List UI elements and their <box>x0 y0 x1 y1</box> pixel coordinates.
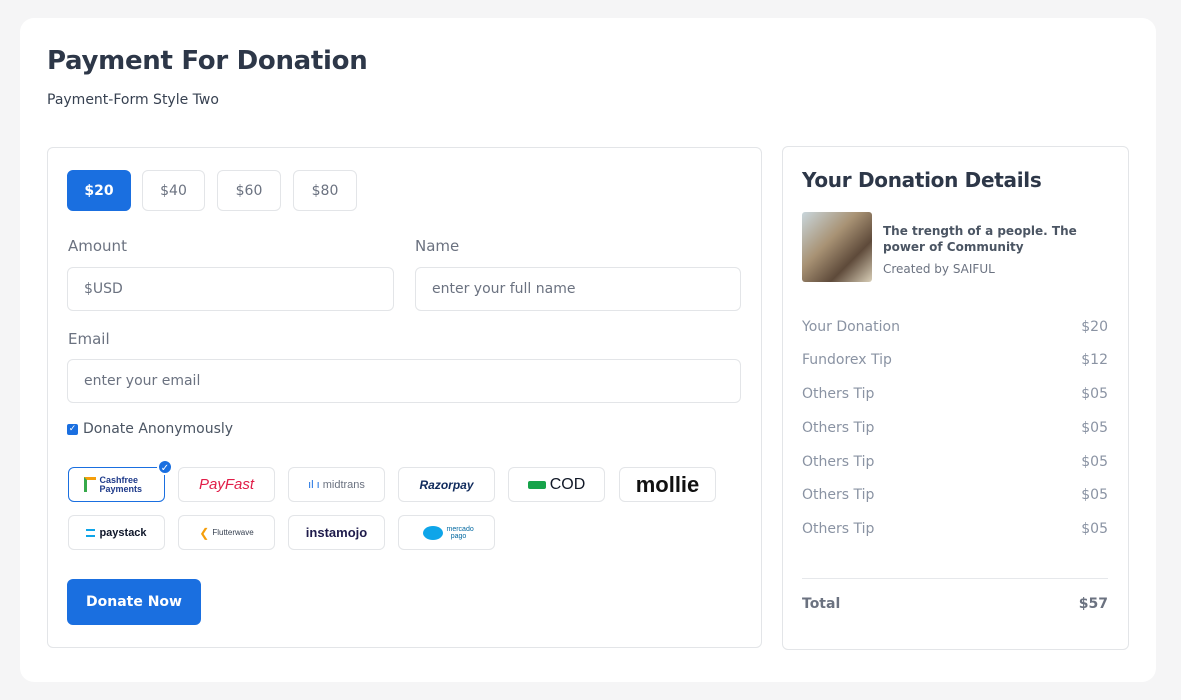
cashfree-logo: Cashfree Payments <box>83 475 150 494</box>
cashfree-icon <box>83 477 96 492</box>
summary-row: Fundorex Tip $12 <box>802 352 1108 368</box>
gateway-paystack[interactable]: paystack <box>68 515 165 550</box>
amount-input[interactable]: $USD <box>67 267 394 311</box>
summary-total: Total $57 <box>802 596 1108 612</box>
midtrans-logo: ıl ı midtrans <box>308 478 365 491</box>
donate-now-button[interactable]: Donate Now <box>67 579 201 625</box>
anonymous-checkbox-row[interactable]: ✓ Donate Anonymously <box>67 421 233 437</box>
gateway-payfast[interactable]: PayFast <box>178 467 275 502</box>
summary-row: Others Tip $05 <box>802 454 1108 470</box>
name-label: Name <box>415 237 460 255</box>
gateway-mercadopago[interactable]: mercado pago <box>398 515 495 550</box>
amount-option-40[interactable]: $40 <box>142 170 205 211</box>
summary-row: Others Tip $05 <box>802 420 1108 436</box>
paystack-logo: paystack <box>86 527 147 539</box>
gateway-mollie[interactable]: mollie <box>619 467 716 502</box>
page-title: Payment For Donation <box>47 46 368 76</box>
cause-thumbnail <box>802 212 872 282</box>
flutterwave-icon: ❮ <box>199 525 210 540</box>
mercadopago-logo: mercado pago <box>422 525 474 540</box>
summary-row: Others Tip $05 <box>802 386 1108 402</box>
summary-divider <box>802 578 1108 579</box>
cause-creator: Created by SAIFUL <box>883 262 995 276</box>
gateway-flutterwave[interactable]: ❮ Flutterwave <box>178 515 275 550</box>
anonymous-label: Donate Anonymously <box>83 421 234 437</box>
flutterwave-logo: ❮ Flutterwave <box>199 525 254 540</box>
gateway-razorpay[interactable]: Razorpay <box>398 467 495 502</box>
cash-icon <box>527 480 546 489</box>
amount-label: Amount <box>68 237 127 255</box>
gateway-midtrans[interactable]: ıl ı midtrans <box>288 467 385 502</box>
amount-option-80[interactable]: $80 <box>293 170 357 211</box>
summary-row: Your Donation $20 <box>802 319 1108 335</box>
email-label: Email <box>68 330 110 348</box>
cause-title: The trength of a people. The power of Co… <box>883 224 1077 254</box>
page-subtitle: Payment-Form Style Two <box>47 92 219 108</box>
total-value: $57 <box>1078 596 1108 612</box>
gateway-instamojo[interactable]: instamojo <box>288 515 385 550</box>
selected-check-icon: ✓ <box>157 459 173 475</box>
cod-logo: COD <box>527 476 585 494</box>
donation-details-title: Your Donation Details <box>802 168 1042 192</box>
midtrans-icon: ıl ı <box>308 478 323 491</box>
name-input[interactable]: enter your full name <box>415 267 741 311</box>
total-label: Total <box>802 596 841 612</box>
email-input[interactable]: enter your email <box>67 359 741 403</box>
handshake-icon <box>422 525 443 540</box>
paystack-icon <box>86 528 96 537</box>
amount-option-60[interactable]: $60 <box>217 170 281 211</box>
anonymous-checkbox[interactable]: ✓ <box>67 423 78 435</box>
gateway-cod[interactable]: COD <box>508 467 605 502</box>
summary-row: Others Tip $05 <box>802 521 1108 537</box>
amount-option-20[interactable]: $20 <box>67 170 131 211</box>
gateway-cashfree[interactable]: Cashfree Payments ✓ <box>68 459 173 502</box>
summary-row: Others Tip $05 <box>802 487 1108 503</box>
